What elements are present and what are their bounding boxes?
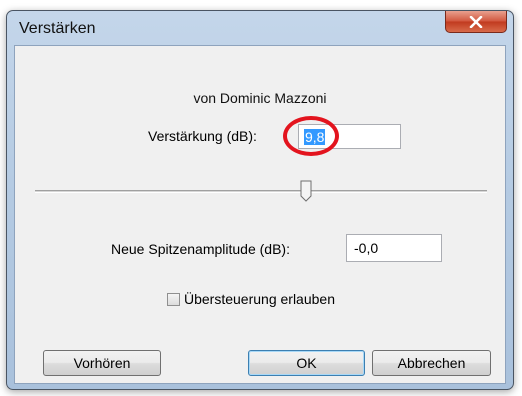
allow-clipping-row[interactable]: Übersteuerung erlauben [167,291,335,307]
gain-slider-thumb[interactable] [300,180,312,202]
preview-button[interactable]: Vorhören [43,350,161,376]
allow-clipping-checkbox[interactable] [167,292,180,306]
peak-amplitude-input[interactable]: -0,0 [346,234,442,262]
gain-value-selected: 9,8 [304,128,326,145]
peak-amplitude-value: -0,0 [354,240,379,256]
dialog-window: Verstärken von Dominic Mazzoni Verstärku… [6,10,514,390]
cancel-button[interactable]: Abbrechen [372,350,491,376]
ok-button[interactable]: OK [248,350,365,376]
title-bar[interactable]: Verstärken [7,11,513,45]
dialog-body: von Dominic Mazzoni Verstärkung (dB): 9,… [14,45,506,384]
gain-input[interactable]: 9,8 [298,124,401,149]
peak-amplitude-label: Neue Spitzenamplitude (dB): [111,241,290,257]
author-credit: von Dominic Mazzoni [193,90,327,106]
close-icon [469,15,483,28]
allow-clipping-label: Übersteuerung erlauben [184,291,335,307]
close-button[interactable] [445,11,507,33]
window-title: Verstärken [19,20,96,37]
gain-slider-track[interactable] [35,190,487,193]
gain-label: Verstärkung (dB): [148,128,257,144]
